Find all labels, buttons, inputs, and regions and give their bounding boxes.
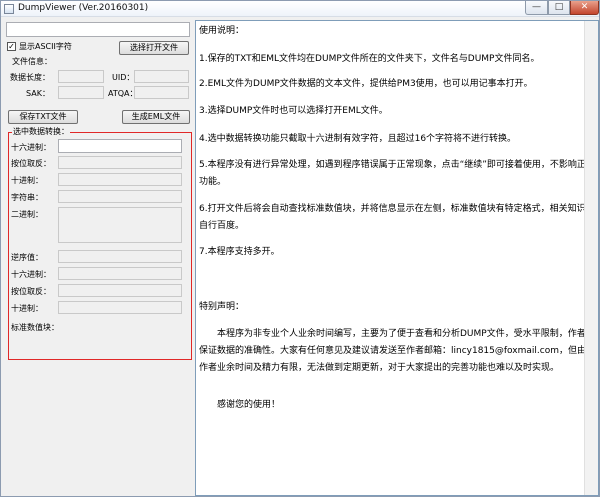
file-info-label: 文件信息： bbox=[12, 57, 52, 66]
show-ascii-label: 显示ASCII字符 bbox=[19, 42, 72, 51]
app-icon bbox=[4, 4, 14, 14]
minimize-button[interactable]: — bbox=[525, 1, 548, 15]
close-button[interactable]: ✕ bbox=[570, 1, 599, 15]
gen-eml-button[interactable]: 生成EML文件 bbox=[122, 110, 190, 124]
std-value-label: 标准数值块： bbox=[11, 323, 59, 332]
data-length-value bbox=[58, 70, 104, 83]
notice-body: 本程序为非专业个人业余时间编写，主要为了便于查看和分析DUMP文件，受水平限制，… bbox=[199, 329, 595, 373]
reverse-value bbox=[58, 250, 182, 263]
help-item-2: 2.EML文件为DUMP文件数据的文本文件，提供给PM3使用，也可以用记事本打开… bbox=[199, 79, 533, 89]
binary-value bbox=[58, 207, 182, 243]
rev-hex-label: 十六进制： bbox=[11, 270, 51, 279]
help-item-1: 1.保存的TXT和EML文件均在DUMP文件所在的文件夹下，文件名与DUMP文件… bbox=[199, 54, 540, 64]
help-text-area[interactable]: 使用说明： 1.保存的TXT和EML文件均在DUMP文件所在的文件夹下，文件名与… bbox=[195, 20, 599, 496]
selection-convert-label: 选中数据转换： bbox=[12, 126, 70, 137]
decimal-value bbox=[58, 173, 182, 186]
uid-label: UID： bbox=[112, 73, 135, 82]
app-window: DumpViewer (Ver.20160301) — □ ✕ ✓ 显示ASCI… bbox=[0, 0, 600, 497]
rev-hex-value bbox=[58, 267, 182, 280]
title-bar[interactable]: DumpViewer (Ver.20160301) — □ ✕ bbox=[1, 1, 599, 17]
show-ascii-checkbox[interactable]: ✓ bbox=[7, 42, 16, 51]
rev-decimal-value bbox=[58, 301, 182, 314]
save-txt-button[interactable]: 保存TXT文件 bbox=[8, 110, 78, 124]
help-item-6: 6.打开文件后将会自动查找标准数值块，并将信息显示在左侧，标准数值块有特定格式，… bbox=[199, 204, 595, 231]
vertical-scrollbar[interactable] bbox=[584, 21, 598, 495]
open-file-button[interactable]: 选择打开文件 bbox=[119, 41, 189, 55]
hex-label: 十六进制： bbox=[11, 143, 51, 152]
rev-decimal-label: 十进制： bbox=[11, 304, 43, 313]
help-item-7: 7.本程序支持多开。 bbox=[199, 247, 280, 257]
sak-label: SAK： bbox=[26, 89, 50, 98]
maximize-button[interactable]: □ bbox=[548, 1, 570, 15]
help-item-4: 4.选中数据转换功能只截取十六进制有效字符，且超过16个字符将不进行转换。 bbox=[199, 134, 517, 144]
rev-bit-inverse-value bbox=[58, 284, 182, 297]
window-title: DumpViewer (Ver.20160301) bbox=[18, 3, 149, 13]
uid-value bbox=[134, 70, 189, 83]
help-item-3: 3.选择DUMP文件时也可以选择打开EML文件。 bbox=[199, 106, 388, 116]
thanks-text: 感谢您的使用！ bbox=[217, 400, 281, 410]
bit-inverse-value bbox=[58, 156, 182, 169]
decimal-label: 十进制： bbox=[11, 176, 43, 185]
data-length-label: 数据长度： bbox=[10, 73, 50, 82]
reverse-label: 逆序值： bbox=[11, 253, 43, 262]
bit-inverse-label: 按位取反： bbox=[11, 159, 51, 168]
notice-heading: 特别声明： bbox=[199, 302, 245, 312]
binary-label: 二进制： bbox=[11, 210, 43, 219]
file-path-input[interactable] bbox=[6, 22, 190, 37]
rev-bit-inverse-label: 按位取反： bbox=[11, 287, 51, 296]
help-item-5: 5.本程序没有进行异常处理，如遇到程序错误属于正常现象，点击“继续”即可接着使用… bbox=[199, 160, 595, 187]
sak-value bbox=[58, 86, 104, 99]
string-label: 字符串： bbox=[11, 193, 43, 202]
string-value bbox=[58, 190, 182, 203]
help-heading: 使用说明： bbox=[199, 26, 245, 36]
left-panel: ✓ 显示ASCII字符 选择打开文件 文件信息： 数据长度： UID： SAK：… bbox=[4, 20, 192, 496]
atqa-value bbox=[134, 86, 189, 99]
hex-input[interactable] bbox=[58, 139, 182, 153]
